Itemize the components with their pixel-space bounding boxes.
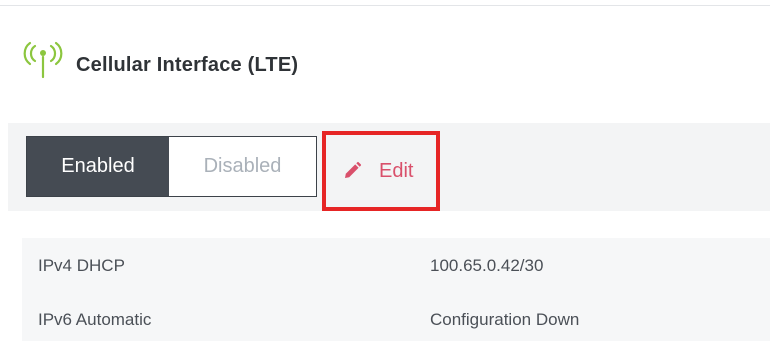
detail-label: IPv6 Automatic: [38, 310, 152, 329]
cellular-antenna-icon: [23, 41, 63, 79]
top-divider: [0, 5, 770, 6]
enable-toggle: Enabled Disabled: [26, 136, 317, 197]
enabled-button[interactable]: Enabled: [27, 137, 169, 196]
pencil-icon: [345, 161, 362, 178]
detail-row-ipv4: IPv4 DHCP 100.65.0.42/30: [22, 246, 770, 286]
edit-label: Edit: [379, 159, 414, 182]
detail-row-ipv6: IPv6 Automatic Configuration Down: [22, 300, 770, 340]
edit-button[interactable]: Edit: [342, 149, 413, 193]
disabled-button[interactable]: Disabled: [169, 137, 316, 196]
detail-value: Configuration Down: [430, 310, 580, 329]
interface-toolbar: Enabled Disabled Edit: [8, 123, 770, 211]
section-header: Cellular Interface (LTE): [22, 40, 298, 80]
interface-details: IPv4 DHCP 100.65.0.42/30 IPv6 Automatic …: [22, 238, 770, 341]
detail-value: 100.65.0.42/30: [430, 256, 544, 275]
detail-label: IPv4 DHCP: [38, 256, 125, 275]
page-title: Cellular Interface (LTE): [76, 53, 299, 76]
cellular-interface-panel: Cellular Interface (LTE) Enabled Disable…: [0, 0, 770, 341]
